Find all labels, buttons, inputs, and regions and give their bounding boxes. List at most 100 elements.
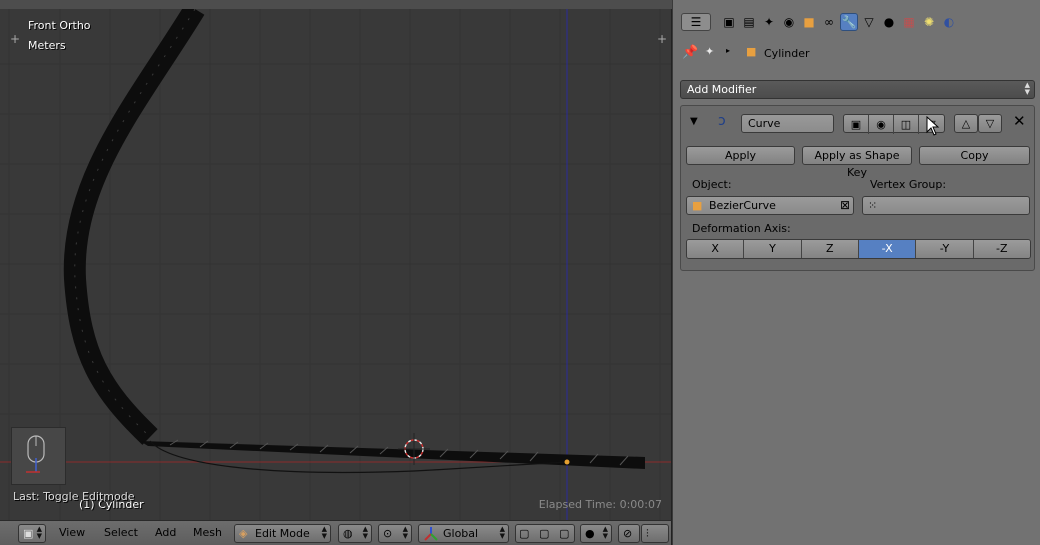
tab-texture[interactable]: ▦ [900,13,918,31]
mesh-data-icon: ▽ [864,15,874,29]
wrench-icon: 🔧 [841,15,857,29]
units-label: Meters [28,39,66,52]
copy-button[interactable]: Copy [919,146,1030,165]
corner-plus-icon-left[interactable]: + [10,33,20,45]
mode-label: Edit Mode [255,527,310,540]
close-icon[interactable]: ✕ [1013,112,1026,130]
face-select-icon[interactable]: ▢ [559,525,569,542]
apply-as-shape-key-button[interactable]: Apply as Shape Key [802,146,912,179]
select-mode-group: ▢ ▢ ▢ [515,524,575,543]
deformation-axis-selector: X Y Z -X -Y -Z [686,239,1031,259]
updown-arrows-icon: ▲ ▼ [321,525,327,540]
tab-data[interactable]: ▽ [860,13,878,31]
editor-type-button[interactable]: ☰ [681,13,711,31]
object-field[interactable]: ■ BezierCurve ⊠ [686,196,854,215]
edge-select-icon[interactable]: ▢ [539,525,549,542]
object-cube-icon: ■ [803,15,815,29]
occlude-geometry-toggle[interactable]: ⊘ [618,524,640,543]
updown-arrows-icon: ▲ ▼ [36,525,42,540]
menu-add[interactable]: Add [155,526,176,540]
viewport-header: ▣ ▲ ▼ View Select Add Mesh ◈ Edit Mode ▲ ▼… [0,520,672,545]
modifier-name-field[interactable]: Curve [741,114,834,133]
manipulator-icon [424,527,438,541]
menu-mesh[interactable]: Mesh [193,526,222,540]
object-label: Object: [692,178,732,191]
object-cube-icon: ■ [746,45,757,58]
deformation-axis-label: Deformation Axis: [692,222,791,235]
menu-view[interactable]: View [59,526,85,540]
move-down-button[interactable]: ▽ [978,114,1002,133]
pin-icon[interactable]: 📌 [682,45,698,60]
axis-z-button[interactable]: Z [801,240,859,258]
curve-modifier-panel: ▼ ↄ Curve ▣ ◉ ◫ ▽ △ ▽ ✕ Apply Apply as S… [680,105,1035,271]
properties-tab-bar: ☰ ▣ ▤ ✦ ◉ ■ ∞ 🔧 ▽ ● ▦ ✺ ◐ [673,8,1040,35]
mouse-indicator-widget [11,427,66,485]
add-modifier-dropdown[interactable]: Add Modifier ▲ ▼ [680,80,1035,99]
tab-material[interactable]: ● [880,13,898,31]
tab-constraints[interactable]: ∞ [820,13,838,31]
curve-modifier-icon: ↄ [718,113,726,129]
sphere-icon: ◍ [343,527,353,540]
particles-icon: ✺ [923,15,935,29]
move-up-button[interactable]: △ [954,114,978,133]
mouse-cursor-icon [926,116,940,136]
link-icon: ∞ [824,15,834,29]
scene-context-icon: ✦ [705,45,715,58]
tab-world[interactable]: ◉ [780,13,798,31]
pivot-selector[interactable]: ⊙ ▲ ▼ [378,524,412,543]
material-icon: ● [883,15,895,29]
tab-modifiers[interactable]: 🔧 [840,13,858,31]
object-field-value: BezierCurve [709,199,776,212]
texture-icon: ▦ [903,15,915,29]
eye-icon: ◉ [876,118,886,131]
viewport-scene [0,9,671,520]
context-breadcrumb: 📌 ✦ ▸ ■ Cylinder [673,42,1040,64]
vertex-group-field[interactable]: ⁙ [862,196,1030,215]
elapsed-time-label: Elapsed Time: 0:00:07 [538,498,662,511]
viewport-toggle[interactable]: ◉ [869,115,894,134]
tab-render-layers[interactable]: ▤ [740,13,758,31]
tab-particles[interactable]: ✺ [920,13,938,31]
tab-object[interactable]: ■ [800,13,818,31]
updown-arrows-icon: ▲ ▼ [602,525,608,540]
mode-selector[interactable]: ◈ Edit Mode ▲ ▼ [234,524,331,543]
axis-x-button[interactable]: X [687,240,745,258]
collapse-triangle-icon[interactable]: ▼ [690,116,698,127]
apply-button[interactable]: Apply [686,146,795,165]
proportional-edit-selector[interactable]: ● ▲ ▼ [580,524,612,543]
snap-icon: ⫶ [646,527,649,540]
circle-icon: ● [585,527,595,540]
scene-icon: ✦ [763,15,775,29]
context-object-name: Cylinder [764,47,810,60]
tab-physics[interactable]: ◐ [940,13,958,31]
shading-selector[interactable]: ◍ ▲ ▼ [338,524,372,543]
axis-y-button[interactable]: Y [744,240,802,258]
physics-icon: ◐ [943,15,955,29]
transform-orientation-selector[interactable]: Global ▲ ▼ [418,524,509,543]
vertex-select-icon[interactable]: ▢ [519,525,529,542]
editmode-icon: ◫ [900,118,912,131]
editor-type-button[interactable]: ▣ ▲ ▼ [18,524,46,543]
camera-icon: ▣ [850,118,862,131]
properties-editor: ☰ ▣ ▤ ✦ ◉ ■ ∞ 🔧 ▽ ● ▦ ✺ ◐ 📌 ✦ ▸ ■ Cylind… [673,0,1040,545]
menu-select[interactable]: Select [104,526,138,540]
updown-arrows-icon: ▲ ▼ [362,525,368,540]
occlude-icon: ⊘ [623,527,633,540]
editmode-toggle[interactable]: ◫ [894,115,919,134]
add-modifier-label: Add Modifier [687,83,757,96]
vertex-group-label: Vertex Group: [870,178,947,191]
3d-viewport[interactable]: Front Ortho Meters + + (1) Cylinder Elap… [0,9,672,520]
render-toggle[interactable]: ▣ [844,115,869,134]
last-operator-label: Last: Toggle Editmode [13,490,135,503]
snap-selector[interactable]: ⫶ [641,524,669,543]
corner-plus-icon-right[interactable]: + [657,33,667,45]
axis-neg-x-button[interactable]: -X [858,240,917,258]
tab-scene[interactable]: ✦ [760,13,778,31]
clear-field-icon[interactable]: ⊠ [840,197,850,214]
breadcrumb-arrow-icon: ▸ [726,46,731,55]
tab-render[interactable]: ▣ [720,13,738,31]
axis-neg-z-button[interactable]: -Z [973,240,1030,258]
axis-neg-y-button[interactable]: -Y [916,240,974,258]
cube-icon: ▣ [23,527,34,540]
updown-arrows-icon: ▲ ▼ [1024,81,1030,96]
